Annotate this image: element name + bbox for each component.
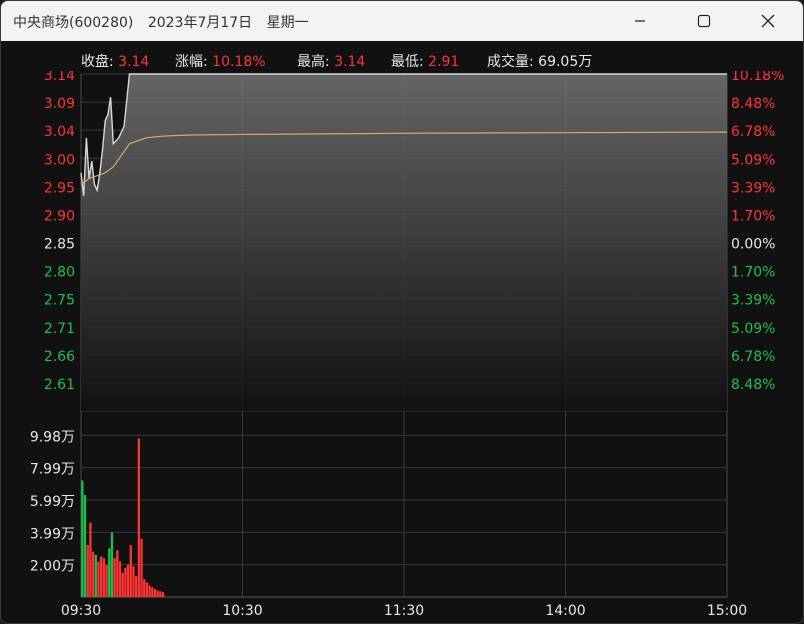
volume-bar xyxy=(126,564,130,597)
percent-tick-label: 10.18% xyxy=(731,71,784,84)
volume-bar xyxy=(110,532,114,597)
quote-info-bar: 收盘: 3.14 涨幅: 10.18% 最高: 3.14 最低: 2.91 成交… xyxy=(1,43,803,71)
price-tick-label: 2.90 xyxy=(44,208,75,224)
time-tick-label: 14:00 xyxy=(545,603,585,619)
volume-bar xyxy=(132,566,135,597)
change-info: 涨幅: 10.18% xyxy=(175,54,266,70)
volume-bar xyxy=(148,585,151,597)
chart-date: 2023年7月17日 xyxy=(147,15,253,31)
price-tick-label: 2.75 xyxy=(44,293,75,309)
volume-bar xyxy=(97,561,100,597)
volume-bar xyxy=(105,564,108,597)
close-value: 3.14 xyxy=(118,54,150,70)
percent-tick-label: 0.00% xyxy=(731,237,775,253)
volume-bar xyxy=(121,572,124,597)
volume-bar xyxy=(91,551,95,597)
close-button[interactable] xyxy=(745,1,791,41)
volume-bar xyxy=(161,592,165,597)
volume-bar xyxy=(94,554,97,597)
time-tick-label: 15:00 xyxy=(707,603,747,619)
volume-bar xyxy=(140,538,143,597)
chart-weekday: 星期一 xyxy=(266,15,309,31)
volume-bar xyxy=(83,495,87,597)
volume-tick-label: 3.99万 xyxy=(30,526,75,542)
chart-area: 3.14 3.09 3.04 3.00 2.95 2.90 2.85 2.80 2.75 2.71… xyxy=(1,68,803,623)
volume-tick-label: 7.99万 xyxy=(30,462,75,478)
price-tick-label: 3.14 xyxy=(44,71,75,84)
volume-info: 成交量: 69.05万 xyxy=(487,54,593,70)
percent-tick-label: 1.70% xyxy=(731,208,775,224)
volume-bar xyxy=(156,590,159,597)
volume-bar xyxy=(89,522,92,597)
volume-bar xyxy=(159,591,162,597)
percent-tick-label: 3.39% xyxy=(731,293,775,309)
high-info: 最高: 3.14 xyxy=(297,54,366,70)
percent-tick-label: 5.09% xyxy=(731,321,775,337)
percent-tick-label: 1.70% xyxy=(731,265,775,281)
volume-bar xyxy=(81,480,84,597)
volume-bar xyxy=(102,558,106,597)
price-tick-label: 2.80 xyxy=(44,265,75,281)
volume-bar xyxy=(151,587,154,597)
volume-bar xyxy=(100,556,103,597)
volume-bar xyxy=(129,545,132,597)
percent-tick-label: 6.78% xyxy=(731,349,775,365)
time-tick-label: 11:30 xyxy=(384,603,424,619)
maximize-icon xyxy=(697,14,711,28)
low-value: 2.91 xyxy=(428,54,460,70)
maximize-button[interactable] xyxy=(681,1,727,41)
time-tick-label: 09:30 xyxy=(61,603,101,619)
time-tick-label: 10:30 xyxy=(222,603,262,619)
price-tick-label: 2.71 xyxy=(44,321,75,337)
percent-tick-label: 8.48% xyxy=(731,96,775,112)
percent-tick-label: 6.78% xyxy=(731,124,775,140)
intraday-chart: 3.14 3.09 3.04 3.00 2.95 2.90 2.85 2.80 2.75 2.71… xyxy=(30,68,785,619)
volume-tick-label: 5.99万 xyxy=(30,494,75,510)
volume-bar xyxy=(86,545,89,597)
high-value: 3.14 xyxy=(334,54,366,70)
price-tick-label: 2.95 xyxy=(44,180,75,196)
volume-bar xyxy=(153,588,157,597)
window-title: 中央商场(600280) 2023年7月17日 星期一 xyxy=(13,12,319,32)
volume-bar xyxy=(135,575,138,597)
volume-tick-label: 2.00万 xyxy=(30,559,75,575)
percent-tick-label: 8.48% xyxy=(731,377,775,393)
price-tick-label: 3.04 xyxy=(44,124,75,140)
close-icon xyxy=(761,14,775,28)
volume-bar xyxy=(108,548,111,597)
volume-bar xyxy=(118,561,122,597)
price-tick-label: 2.61 xyxy=(44,377,75,393)
percent-tick-label: 5.09% xyxy=(731,152,775,168)
price-tick-label: 2.66 xyxy=(44,349,75,365)
stock-name: 中央商场(600280) xyxy=(13,15,134,31)
volume-bar xyxy=(124,567,127,597)
volume-bar xyxy=(145,582,149,597)
volume-value: 69.05万 xyxy=(538,54,593,70)
title-bar: 中央商场(600280) 2023年7月17日 星期一 xyxy=(1,1,803,41)
minimize-button[interactable] xyxy=(617,1,663,41)
volume-bar xyxy=(137,438,141,597)
price-tick-label: 3.09 xyxy=(44,96,75,112)
stock-chart-window: 中央商场(600280) 2023年7月17日 星期一 收盘: 3.14 涨幅:… xyxy=(0,0,804,624)
volume-bar xyxy=(143,579,146,597)
minimize-icon xyxy=(635,20,645,22)
volume-tick-label: 9.98万 xyxy=(30,429,75,445)
volume-bar xyxy=(116,550,119,597)
change-value: 10.18% xyxy=(212,54,266,70)
price-area-fill xyxy=(81,74,727,411)
price-tick-label: 3.00 xyxy=(44,152,75,168)
percent-tick-label: 3.39% xyxy=(731,180,775,196)
low-info: 最低: 2.91 xyxy=(391,54,460,70)
volume-bar xyxy=(113,558,116,597)
price-tick-label: 2.85 xyxy=(44,237,75,253)
close-info: 收盘: 3.14 xyxy=(81,54,150,70)
